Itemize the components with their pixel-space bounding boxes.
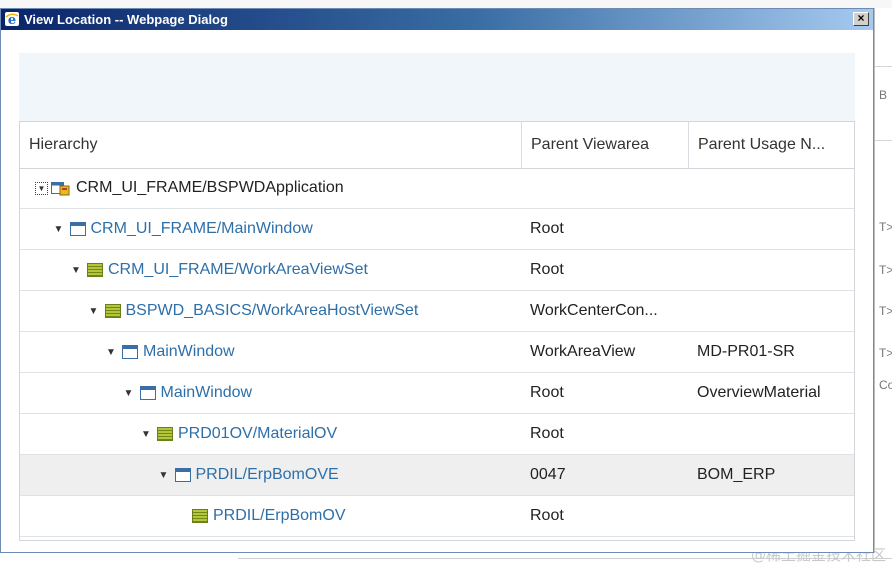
parent-viewarea-cell: [530, 168, 680, 208]
application-icon: [51, 180, 71, 196]
collapse-toggle-icon[interactable]: ▼: [122, 373, 136, 413]
parent-viewarea-cell: Root: [530, 261, 564, 278]
header-band: [19, 53, 855, 121]
parent-viewarea-cell: Root: [530, 507, 564, 524]
background-separator: [875, 140, 892, 141]
tree-node-label[interactable]: CRM_UI_FRAME/WorkAreaViewSet: [108, 261, 368, 279]
parent-usage-name-cell: [697, 250, 847, 290]
hierarchy-table: Hierarchy Parent Viewarea Parent Usage N…: [19, 121, 855, 541]
parent-usage-name-cell: MD-PR01-SR: [697, 343, 795, 360]
tree-node-label[interactable]: PRDIL/ErpBomOVE: [196, 466, 339, 484]
collapse-toggle-icon[interactable]: ▼: [69, 250, 83, 290]
tree-node: PRDIL/ErpBomOV: [174, 496, 345, 536]
table-row[interactable]: ▼ CRM_UI_FRAME/WorkAreaViewSet Root: [20, 250, 854, 291]
column-header-parent-usage-name[interactable]: Parent Usage N...: [689, 122, 854, 168]
tree-node-label[interactable]: MainWindow: [143, 343, 235, 361]
collapse-toggle-icon[interactable]: ▼: [87, 291, 101, 331]
tree-node-label[interactable]: MainWindow: [161, 384, 253, 402]
collapse-toggle-icon[interactable]: ▼: [104, 332, 118, 372]
tree-node-label[interactable]: PRD01OV/MaterialOV: [178, 425, 337, 443]
tree-node: ▼ CRM_UI_FRAME/WorkAreaViewSet: [69, 250, 368, 290]
window-icon: [69, 221, 86, 237]
tree-node: ▼ PRDIL/ErpBomOVE: [157, 455, 339, 495]
window-icon: [139, 385, 156, 401]
background-text-fragment: T>: [879, 263, 892, 277]
viewset-icon: [104, 303, 121, 319]
background-window-right-edge: B T> T> T> T> Co: [874, 8, 892, 571]
background-text-fragment: T>: [879, 346, 892, 360]
toggle-spacer: [174, 496, 188, 536]
tree-node: ▼ CRM_UI_FRAME/BSPWDApplication: [34, 168, 344, 208]
parent-usage-name-cell: OverviewMaterial: [697, 384, 821, 401]
background-text-fragment: T>: [879, 220, 892, 234]
parent-viewarea-cell: WorkAreaView: [530, 343, 636, 360]
screen: B T> T> T> T> Co @稀土掘金技术社区 e View Locati…: [0, 0, 892, 571]
view-location-dialog: e View Location -- Webpage Dialog × Hier…: [0, 8, 874, 553]
parent-usage-name-cell: [697, 291, 847, 331]
parent-usage-name-cell: [697, 496, 847, 536]
parent-usage-name-cell: [697, 168, 847, 208]
table-row[interactable]: ▼ CRM_UI_FRAME/MainWindow Root: [20, 209, 854, 250]
column-header-parent-viewarea[interactable]: Parent Viewarea: [522, 122, 689, 168]
parent-viewarea-cell: WorkCenterCon...: [530, 302, 658, 319]
table-row[interactable]: PRDIL/ErpBomOV Root: [20, 496, 854, 537]
dialog-title-bar[interactable]: e View Location -- Webpage Dialog ×: [1, 9, 873, 30]
table-row[interactable]: ▼ BSPWD_BASICS/WorkAreaHostViewSet WorkCen…: [20, 291, 854, 332]
tree-node-label[interactable]: CRM_UI_FRAME/MainWindow: [91, 220, 313, 238]
collapse-toggle-icon[interactable]: ▼: [139, 414, 153, 454]
viewset-icon: [192, 508, 208, 524]
tree-node: ▼ PRD01OV/MaterialOV: [139, 414, 337, 454]
dialog-content: Hierarchy Parent Viewarea Parent Usage N…: [19, 53, 855, 541]
table-row[interactable]: ▼ PRD01OV/MaterialOV Root: [20, 414, 854, 455]
column-header-hierarchy[interactable]: Hierarchy: [20, 122, 522, 168]
parent-usage-name-cell: [697, 414, 847, 454]
collapse-toggle-icon[interactable]: ▼: [52, 209, 66, 249]
table-row[interactable]: ▼ MainWindow WorkAreaView MD-PR01-SR: [20, 332, 854, 373]
background-separator: [875, 66, 892, 67]
collapse-toggle-icon[interactable]: ▼: [35, 181, 48, 195]
tree-node: ▼ BSPWD_BASICS/WorkAreaHostViewSet: [87, 291, 419, 331]
viewset-icon: [87, 262, 103, 278]
tree-node: ▼ MainWindow: [104, 332, 235, 372]
parent-usage-name-cell: BOM_ERP: [697, 466, 776, 483]
dialog-title: View Location -- Webpage Dialog: [24, 12, 228, 27]
tree-node: ▼ CRM_UI_FRAME/MainWindow: [52, 209, 313, 249]
parent-viewarea-cell: Root: [530, 425, 564, 442]
tree-node-label: CRM_UI_FRAME/BSPWDApplication: [76, 179, 344, 196]
window-icon: [122, 344, 138, 360]
table-row[interactable]: ▼ CRM_UI_FRAME/BSPWDApplication: [20, 168, 854, 209]
close-button[interactable]: ×: [853, 12, 869, 26]
internet-explorer-icon: e: [5, 12, 19, 27]
parent-viewarea-cell: Root: [530, 384, 564, 401]
parent-usage-name-cell: [697, 209, 847, 249]
tree-node-label[interactable]: BSPWD_BASICS/WorkAreaHostViewSet: [126, 302, 419, 320]
background-text-fragment: Co: [879, 378, 892, 392]
table-row[interactable]: ▼ PRDIL/ErpBomOVE 0047 BOM_ERP: [20, 455, 854, 496]
background-text-fragment: B: [879, 88, 888, 102]
viewset-icon: [157, 426, 173, 442]
window-icon: [174, 467, 191, 483]
table-header: Hierarchy Parent Viewarea Parent Usage N…: [20, 122, 854, 169]
parent-viewarea-cell: Root: [530, 220, 564, 237]
parent-viewarea-cell: 0047: [530, 466, 566, 483]
table-row[interactable]: ▼ MainWindow Root OverviewMaterial: [20, 373, 854, 414]
tree-node: ▼ MainWindow: [122, 373, 253, 413]
collapse-toggle-icon[interactable]: ▼: [157, 455, 171, 495]
tree-node-label[interactable]: PRDIL/ErpBomOV: [213, 507, 345, 525]
background-text-fragment: T>: [879, 304, 892, 318]
